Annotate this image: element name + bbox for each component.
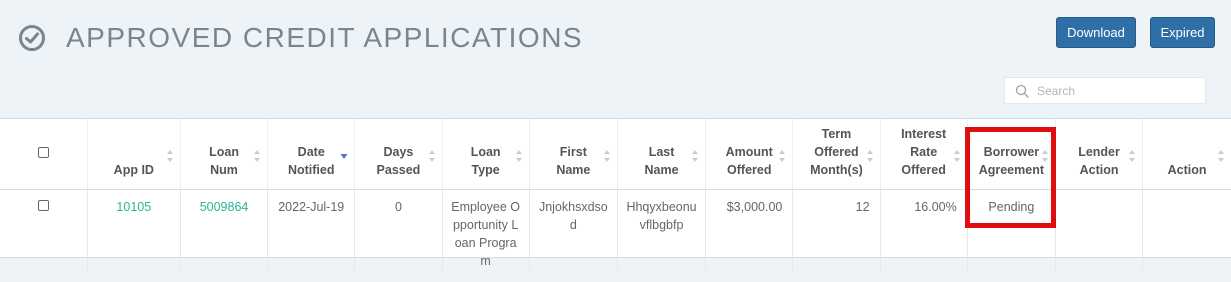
header-line: Name (556, 162, 591, 177)
sort-icon[interactable] (778, 149, 786, 163)
sort-icon[interactable] (166, 149, 174, 163)
sort-icon[interactable] (603, 149, 611, 163)
sort-desc-icon[interactable] (340, 149, 348, 163)
download-button[interactable]: Download (1056, 17, 1136, 48)
sort-icon[interactable] (515, 149, 523, 163)
loan-type-cell: Employee Opportunity Loan Program (442, 189, 530, 270)
sort-icon[interactable] (691, 149, 699, 163)
header-line: Offered (727, 162, 772, 177)
app-id-link[interactable]: 10105 (87, 189, 181, 270)
header-line: Month(s) (810, 162, 863, 177)
table-header-row: App ID Loan Num Date Notified Days Passe… (0, 119, 1231, 190)
days-passed-cell: 0 (354, 189, 443, 270)
header-line: Interest (901, 126, 947, 141)
column-header-date-notified[interactable]: Date Notified (267, 119, 356, 190)
term-offered-cell: 12 (792, 189, 881, 270)
column-header-app-id[interactable]: App ID (87, 119, 181, 190)
column-header-borrower-agreement[interactable]: Borrower Agreement (967, 119, 1056, 190)
search-input[interactable] (1037, 83, 1197, 98)
search-box[interactable] (1004, 77, 1206, 104)
page-title: APPROVED CREDIT APPLICATIONS (66, 22, 584, 53)
lender-action-cell (1055, 189, 1144, 270)
interest-rate-cell: 16.00% (880, 189, 968, 270)
table-row: 10105 5009864 2022-Jul-19 0 Employee Opp… (0, 189, 1231, 270)
column-header-last-name[interactable]: Last Name (617, 119, 707, 190)
search-icon (1015, 84, 1029, 98)
select-all-checkbox[interactable] (37, 146, 49, 158)
column-header-term-offered[interactable]: Term Offered Month(s) (792, 119, 881, 190)
header-line: Action (1167, 162, 1207, 177)
header-line: Notified (287, 162, 335, 177)
amount-offered-cell: $3,000.00 (705, 189, 794, 270)
loan-num-link[interactable]: 5009864 (180, 189, 269, 270)
borrower-agreement-cell: Pending (967, 189, 1056, 270)
column-header-loan-type[interactable]: Loan Type (442, 119, 530, 190)
header-line: Name (644, 162, 679, 177)
header-line: Agreement (978, 162, 1044, 177)
column-header-days-passed[interactable]: Days Passed (354, 119, 443, 190)
column-header-loan-num[interactable]: Loan Num (180, 119, 269, 190)
column-header-interest-rate[interactable]: Interest Rate Offered (880, 119, 968, 190)
sort-icon[interactable] (953, 149, 961, 163)
row-select-cell (0, 189, 88, 270)
sort-icon[interactable] (253, 149, 261, 163)
row-checkbox[interactable] (37, 199, 49, 211)
applications-table: App ID Loan Num Date Notified Days Passe… (0, 118, 1231, 270)
column-header-action[interactable]: Action (1142, 119, 1231, 190)
date-notified-cell: 2022-Jul-19 (267, 189, 356, 270)
sort-icon[interactable] (428, 149, 436, 163)
action-cell (1143, 189, 1231, 270)
header-line: Term (821, 126, 852, 141)
header-line: Offered (901, 162, 946, 177)
check-circle-icon (19, 25, 45, 51)
header-line: Action (1079, 162, 1119, 177)
first-name-cell: Jnjokhsxdsod (529, 189, 618, 270)
sort-icon[interactable] (1041, 149, 1049, 163)
header-line: Num (210, 162, 238, 177)
sort-icon[interactable] (866, 149, 874, 163)
column-header-lender-action[interactable]: Lender Action (1055, 119, 1144, 190)
header-line: App ID (113, 162, 154, 177)
column-header-first-name[interactable]: First Name (529, 119, 618, 190)
sort-icon[interactable] (1217, 149, 1225, 163)
page-header: APPROVED CREDIT APPLICATIONS (18, 18, 583, 58)
header-line: Passed (376, 162, 421, 177)
header-line: Type (471, 162, 500, 177)
select-all-header (0, 119, 88, 190)
last-name-cell: Hhqyxbeonuvflbgbfp (617, 189, 707, 270)
sort-icon[interactable] (1128, 149, 1136, 163)
expired-button[interactable]: Expired (1150, 17, 1215, 48)
column-header-amount-offered[interactable]: Amount Offered (705, 119, 794, 190)
